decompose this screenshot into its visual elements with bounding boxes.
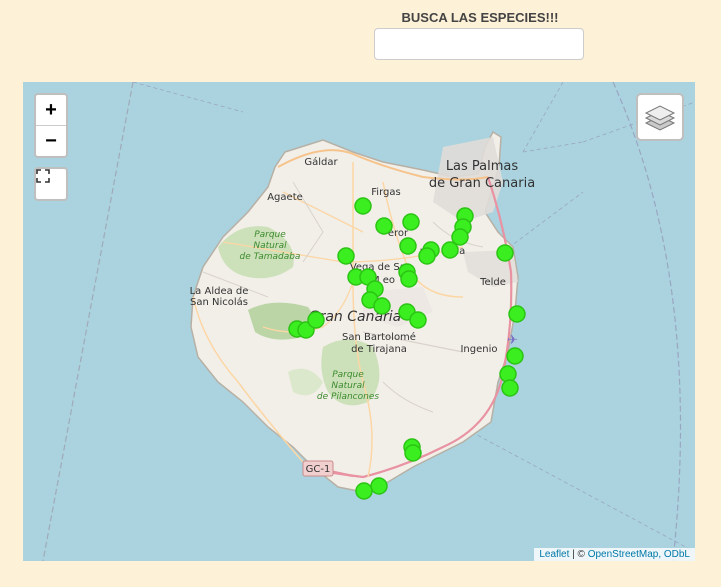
species-marker[interactable]	[501, 379, 519, 397]
leaflet-link[interactable]: Leaflet	[539, 549, 569, 560]
fullscreen-icon	[36, 169, 50, 183]
species-marker[interactable]	[370, 477, 388, 495]
zoom-out-button[interactable]: −	[36, 126, 66, 156]
search-title: BUSCA LAS ESPECIES!!!	[401, 10, 559, 25]
park-label-tamadaba-1: Parque	[254, 230, 286, 240]
layers-button[interactable]	[636, 93, 684, 141]
species-marker[interactable]	[496, 244, 514, 262]
species-marker[interactable]	[506, 347, 524, 365]
town-label-galdar: Gáldar	[304, 156, 338, 168]
city-label-las-palmas-1: Las Palmas	[446, 159, 519, 174]
park-label-pilancones-3: de Pilancones	[317, 392, 379, 402]
town-label-aldea-2: San Nicolás	[190, 296, 248, 308]
layers-icon	[644, 105, 676, 131]
zoom-in-button[interactable]: +	[36, 95, 66, 126]
species-marker[interactable]	[400, 270, 418, 288]
town-label-aldea-1: La Aldea de	[190, 286, 249, 297]
fullscreen-button[interactable]	[34, 167, 68, 201]
species-marker[interactable]	[307, 311, 325, 329]
species-marker[interactable]	[404, 444, 422, 462]
map[interactable]: GC-1 ✈ Las Palmas de Gran Canaria Gáldar…	[23, 82, 695, 561]
species-marker[interactable]	[373, 297, 391, 315]
airport-icon: ✈	[507, 332, 518, 347]
species-marker[interactable]	[441, 241, 459, 259]
species-marker[interactable]	[399, 237, 417, 255]
osm-link[interactable]: OpenStreetMap, ODbL	[588, 549, 690, 560]
species-marker[interactable]	[337, 247, 355, 265]
species-marker[interactable]	[375, 217, 393, 235]
town-label-firgas: Firgas	[371, 187, 400, 198]
species-marker[interactable]	[402, 213, 420, 231]
town-label-telde: Telde	[479, 277, 506, 288]
map-tiles: GC-1 ✈ Las Palmas de Gran Canaria Gáldar…	[42, 82, 695, 561]
attribution-separator: | ©	[569, 549, 588, 560]
species-marker[interactable]	[409, 311, 427, 329]
park-label-tamadaba-3: de Tamadaba	[240, 252, 301, 262]
species-marker[interactable]	[418, 247, 436, 265]
town-label-tirajana-2: de Tirajana	[351, 344, 407, 355]
species-marker[interactable]	[508, 305, 526, 323]
park-label-pilancones-1: Parque	[332, 370, 364, 380]
road-label: GC-1	[306, 464, 331, 475]
map-attribution: Leaflet | © OpenStreetMap, ODbL	[534, 548, 695, 561]
town-label-tirajana-1: San Bartolomé	[342, 331, 416, 343]
city-label-las-palmas-2: de Gran Canaria	[429, 176, 535, 191]
species-marker[interactable]	[355, 482, 373, 500]
zoom-control: + −	[34, 93, 68, 158]
town-label-agaete: Agaete	[267, 192, 303, 203]
species-search-input[interactable]	[374, 28, 584, 60]
park-label-tamadaba-2: Natural	[253, 241, 287, 251]
park-label-pilancones-2: Natural	[331, 381, 365, 391]
town-label-ingenio: Ingenio	[460, 344, 497, 355]
species-marker[interactable]	[354, 197, 372, 215]
